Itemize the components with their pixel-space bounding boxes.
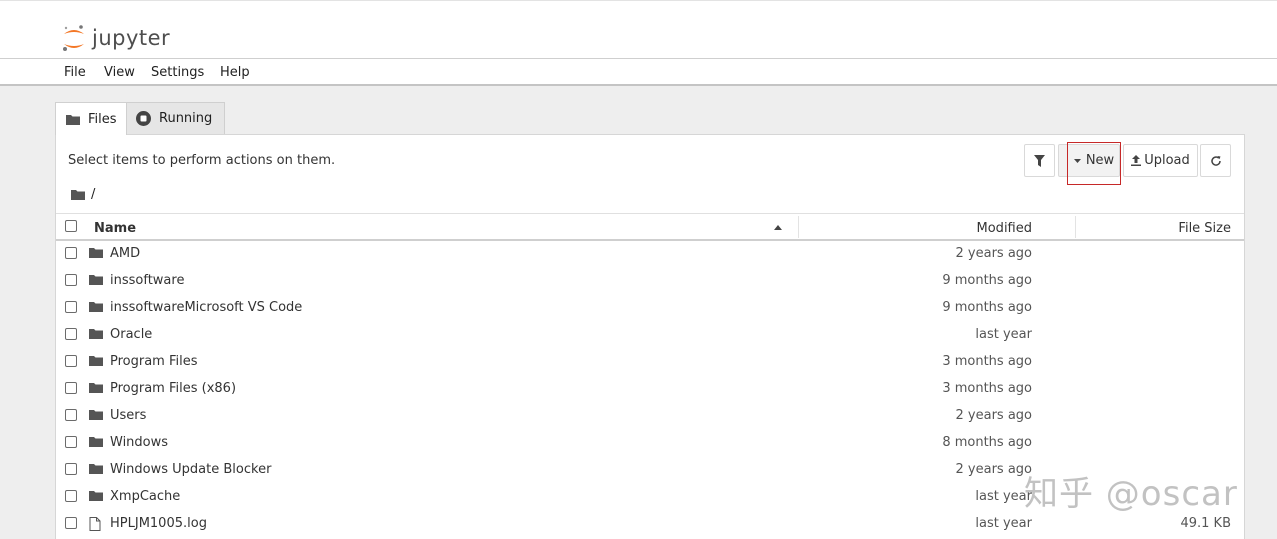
folder-icon <box>89 463 103 478</box>
folder-icon <box>89 382 103 397</box>
row-name[interactable]: Program Files <box>110 354 198 369</box>
row-name[interactable]: inssoftwareMicrosoft VS Code <box>110 300 302 315</box>
table-row[interactable]: inssoftware 9 months ago <box>56 268 1244 295</box>
row-name[interactable]: Program Files (x86) <box>110 381 236 396</box>
folder-icon <box>89 436 103 451</box>
upload-icon <box>1131 155 1142 166</box>
folder-icon <box>89 247 103 262</box>
logo-text: jupyter <box>92 26 171 50</box>
folder-icon <box>89 409 103 424</box>
column-divider[interactable] <box>1075 216 1076 238</box>
stop-circle-icon <box>136 111 151 126</box>
row-modified: 2 years ago <box>955 408 1032 423</box>
row-name[interactable]: Oracle <box>110 327 152 342</box>
tab-files-label: Files <box>88 111 117 127</box>
file-icon <box>89 517 101 535</box>
table-header: Name Modified File Size <box>56 213 1244 241</box>
filter-icon <box>1034 154 1045 167</box>
folder-icon <box>89 301 103 316</box>
row-modified: 2 years ago <box>955 246 1032 261</box>
menu-help[interactable]: Help <box>220 65 250 80</box>
row-name[interactable]: HPLJM1005.log <box>110 516 207 531</box>
column-file-size[interactable]: File Size <box>1178 221 1231 236</box>
select-all-checkbox[interactable] <box>65 220 77 232</box>
row-modified: 9 months ago <box>942 273 1032 288</box>
table-row[interactable]: HPLJM1005.log last year 49.1 KB <box>56 511 1244 538</box>
sort-ascending-icon <box>774 225 782 230</box>
row-checkbox[interactable] <box>65 436 77 448</box>
row-checkbox[interactable] <box>65 301 77 313</box>
row-checkbox[interactable] <box>65 382 77 394</box>
menu-file[interactable]: File <box>64 65 86 80</box>
row-checkbox[interactable] <box>65 355 77 367</box>
watermark: 知乎 @oscar <box>1024 474 1238 514</box>
table-row[interactable]: Program Files 3 months ago <box>56 349 1244 376</box>
row-name[interactable]: inssoftware <box>110 273 184 288</box>
row-modified: 2 years ago <box>955 462 1032 477</box>
folder-icon <box>66 114 80 125</box>
table-row[interactable]: Windows 8 months ago <box>56 430 1244 457</box>
row-modified: 9 months ago <box>942 300 1032 315</box>
tab-files[interactable]: Files <box>55 102 127 135</box>
header-bar: jupyter <box>0 0 1277 58</box>
row-name[interactable]: Users <box>110 408 146 423</box>
table-row[interactable]: Users 2 years ago <box>56 403 1244 430</box>
breadcrumb-path: / <box>91 187 96 202</box>
row-checkbox[interactable] <box>65 490 77 502</box>
row-modified: last year <box>975 327 1032 342</box>
row-modified: 8 months ago <box>942 435 1032 450</box>
upload-button[interactable]: Upload <box>1123 144 1198 177</box>
menu-bar: File View Settings Help <box>0 58 1277 86</box>
refresh-icon <box>1210 155 1221 166</box>
filter-button[interactable] <box>1024 144 1055 177</box>
row-checkbox[interactable] <box>65 409 77 421</box>
row-checkbox[interactable] <box>65 463 77 475</box>
refresh-button[interactable] <box>1200 144 1231 177</box>
folder-icon <box>89 274 103 289</box>
folder-icon[interactable] <box>71 189 85 200</box>
row-name[interactable]: Windows <box>110 435 168 450</box>
row-modified: 3 months ago <box>942 381 1032 396</box>
table-row[interactable]: AMD 2 years ago <box>56 241 1244 268</box>
row-modified: 3 months ago <box>942 354 1032 369</box>
row-checkbox[interactable] <box>65 274 77 286</box>
row-checkbox[interactable] <box>65 247 77 259</box>
table-row[interactable]: Program Files (x86) 3 months ago <box>56 376 1244 403</box>
column-modified[interactable]: Modified <box>977 221 1032 236</box>
menu-settings[interactable]: Settings <box>151 65 204 80</box>
table-row[interactable]: inssoftwareMicrosoft VS Code 9 months ago <box>56 295 1244 322</box>
table-row[interactable]: Oracle last year <box>56 322 1244 349</box>
folder-icon <box>89 328 103 343</box>
row-name[interactable]: XmpCache <box>110 489 180 504</box>
jupyter-logo-icon <box>63 25 84 51</box>
menu-view[interactable]: View <box>104 65 135 80</box>
tab-running[interactable]: Running <box>127 102 225 135</box>
folder-icon <box>89 355 103 370</box>
row-name[interactable]: Windows Update Blocker <box>110 462 271 477</box>
row-file-size: 49.1 KB <box>1180 516 1231 531</box>
upload-button-label: Upload <box>1144 153 1190 168</box>
tab-running-label: Running <box>159 111 213 126</box>
selection-hint: Select items to perform actions on them. <box>68 153 336 168</box>
new-button-highlight <box>1067 142 1121 185</box>
row-checkbox[interactable] <box>65 328 77 340</box>
folder-icon <box>89 490 103 505</box>
jupyter-logo[interactable]: jupyter <box>62 23 170 53</box>
row-checkbox[interactable] <box>65 517 77 529</box>
breadcrumb: / <box>71 187 95 202</box>
column-divider[interactable] <box>798 216 799 238</box>
row-modified: last year <box>975 516 1032 531</box>
row-name[interactable]: AMD <box>110 246 140 261</box>
column-name[interactable]: Name <box>94 221 136 236</box>
new-button[interactable]: New <box>1058 142 1121 185</box>
